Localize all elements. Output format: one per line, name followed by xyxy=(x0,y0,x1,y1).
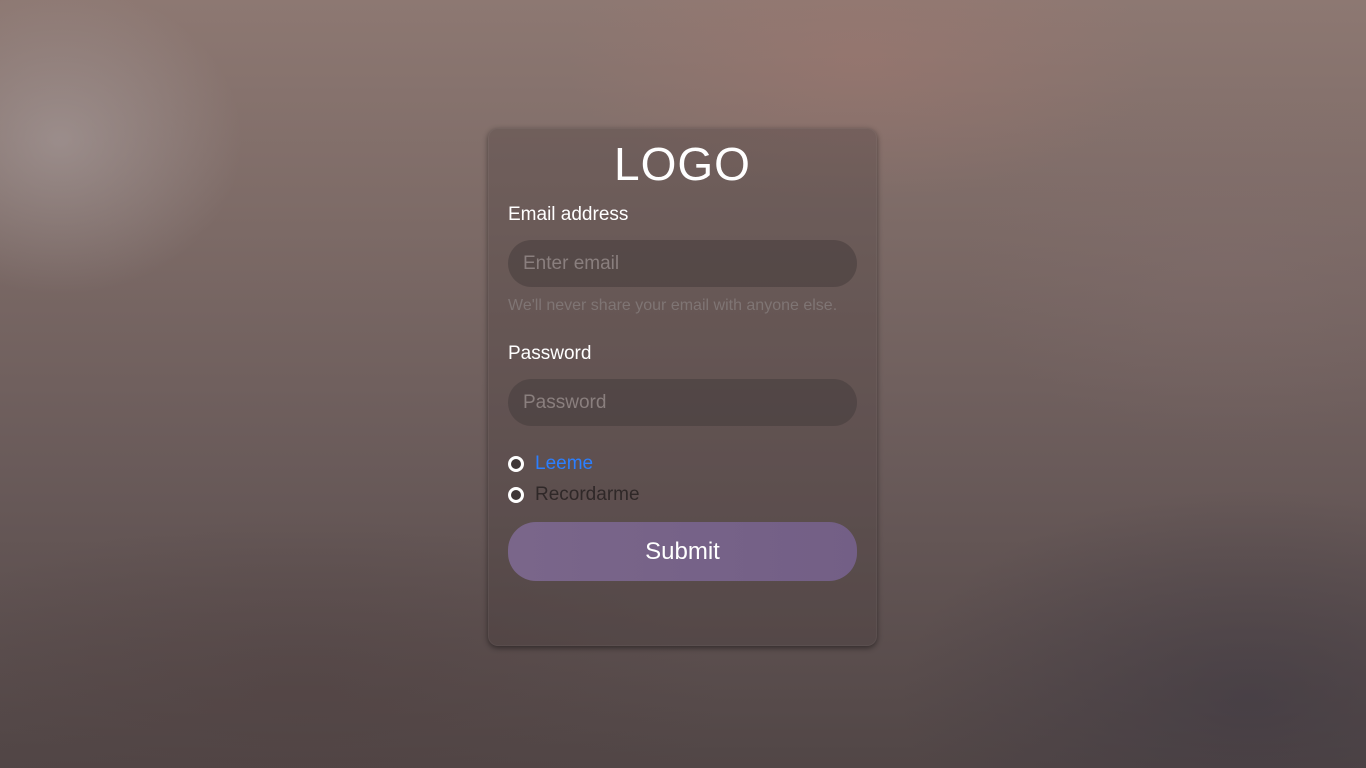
radio-leeme[interactable] xyxy=(508,456,524,472)
email-label: Email address xyxy=(508,204,629,225)
email-help-text: We'll never share your email with anyone… xyxy=(508,297,838,314)
password-field[interactable] xyxy=(508,379,857,426)
login-card: LOGO Email address We'll never share you… xyxy=(488,128,877,646)
recordarme-label[interactable]: Recordarme xyxy=(535,483,640,507)
leeme-link[interactable]: Leeme xyxy=(535,452,593,476)
option-leeme[interactable]: Leeme xyxy=(508,451,857,477)
submit-button[interactable]: Submit xyxy=(508,522,857,581)
option-recordarme[interactable]: Recordarme xyxy=(508,482,857,508)
logo: LOGO xyxy=(614,138,751,190)
password-label: Password xyxy=(508,343,592,364)
email-field[interactable] xyxy=(508,240,857,287)
radio-recordarme[interactable] xyxy=(508,487,524,503)
